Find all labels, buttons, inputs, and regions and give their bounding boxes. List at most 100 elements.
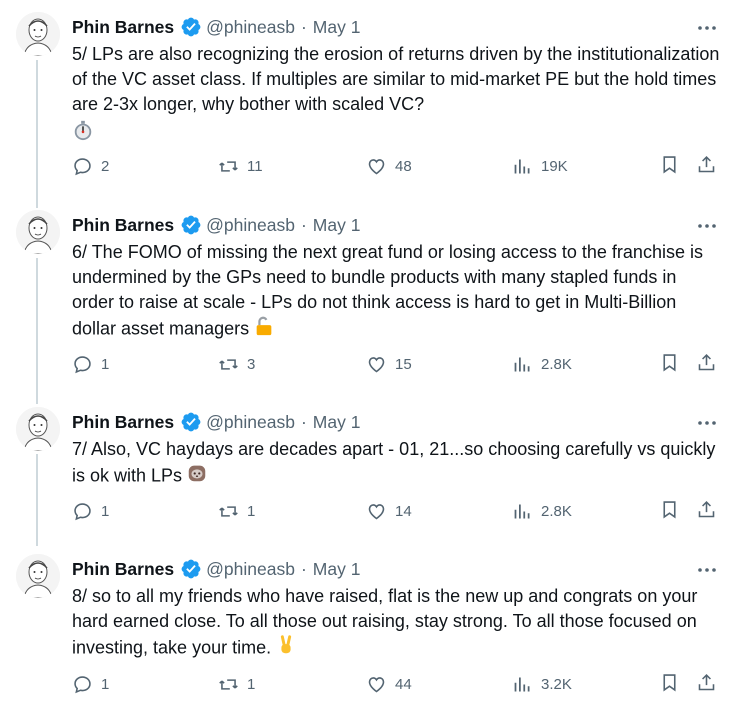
unlocked-icon: [253, 315, 275, 344]
views-count: 3.2K: [541, 675, 572, 693]
tweet-date[interactable]: May 1: [313, 412, 361, 433]
bookmark-icon: [663, 501, 676, 519]
share-icon: [698, 500, 715, 518]
share-button[interactable]: [696, 154, 717, 178]
like-button[interactable]: 44: [366, 672, 412, 696]
reply-count: 1: [101, 502, 110, 520]
tweet-header: Phin Barnes @phineasb · May 1: [72, 556, 360, 582]
separator-dot: ·: [300, 16, 307, 37]
like-button[interactable]: 15: [366, 352, 412, 376]
bookmark-button[interactable]: [659, 154, 680, 178]
more-options-icon[interactable]: [697, 216, 717, 236]
more-options-icon[interactable]: [697, 560, 717, 580]
tweet[interactable]: Phin Barnes @phineasb · May 1 5/ LPs are…: [0, 4, 747, 194]
repost-button[interactable]: 11: [218, 154, 263, 178]
tweet-text: 6/ The FOMO of missing the next great fu…: [72, 240, 722, 344]
tweet-text-content: 6/ The FOMO of missing the next great fu…: [72, 242, 703, 339]
author-handle[interactable]: @phineasb: [206, 17, 295, 38]
views-chart-icon: [514, 504, 530, 518]
verified-badge-icon[interactable]: [180, 16, 202, 38]
avatar-portrait: [16, 407, 60, 451]
like-count: 14: [395, 502, 412, 520]
repost-button[interactable]: 3: [218, 352, 255, 376]
tweet[interactable]: Phin Barnes @phineasb · May 1 7/ Also, V…: [0, 399, 747, 539]
tweet-header: Phin Barnes @phineasb · May 1: [72, 14, 360, 40]
repost-count: 1: [247, 502, 256, 520]
verified-badge-icon[interactable]: [180, 214, 202, 236]
share-button[interactable]: [696, 352, 717, 376]
sloth-icon: [186, 462, 208, 491]
heart-icon: [368, 503, 385, 519]
repost-button[interactable]: 1: [218, 499, 255, 523]
tweet-header: Phin Barnes @phineasb · May 1: [72, 212, 360, 238]
avatar[interactable]: [16, 554, 60, 598]
repost-button[interactable]: 1: [218, 672, 255, 696]
reply-count: 1: [101, 355, 110, 373]
share-button[interactable]: [696, 499, 717, 523]
repost-icon: [219, 358, 238, 370]
views-chart-icon: [514, 357, 530, 371]
views-button[interactable]: 3.2K: [512, 672, 572, 696]
tweet-actions: 2 11 48 19K: [72, 154, 722, 178]
heart-icon: [368, 158, 385, 174]
tweet-text-content: 8/ so to all my friends who have raised,…: [72, 586, 698, 658]
bookmark-button[interactable]: [659, 352, 680, 376]
reply-button[interactable]: 1: [72, 672, 109, 696]
avatar[interactable]: [16, 210, 60, 254]
more-options-icon[interactable]: [697, 18, 717, 38]
avatar-portrait: [16, 12, 60, 56]
bookmark-button[interactable]: [659, 499, 680, 523]
tweet-text: 8/ so to all my friends who have raised,…: [72, 584, 722, 663]
reply-button[interactable]: 1: [72, 352, 109, 376]
author-name[interactable]: Phin Barnes: [72, 17, 174, 38]
reply-button[interactable]: 2: [72, 154, 109, 178]
avatar[interactable]: [16, 407, 60, 451]
tweet-header: Phin Barnes @phineasb · May 1: [72, 409, 360, 435]
views-chart-icon: [514, 677, 530, 691]
bookmark-button[interactable]: [659, 672, 680, 696]
stopwatch-icon: [72, 119, 94, 148]
author-handle[interactable]: @phineasb: [206, 215, 295, 236]
separator-dot: ·: [300, 558, 307, 579]
views-count: 19K: [541, 157, 568, 175]
avatar-portrait: [16, 554, 60, 598]
author-handle[interactable]: @phineasb: [206, 412, 295, 433]
author-handle[interactable]: @phineasb: [206, 559, 295, 580]
tweet-date[interactable]: May 1: [313, 215, 361, 236]
views-button[interactable]: 2.8K: [512, 499, 572, 523]
like-button[interactable]: 48: [366, 154, 412, 178]
tweet-date[interactable]: May 1: [313, 17, 361, 38]
verified-badge-icon[interactable]: [180, 558, 202, 580]
repost-count: 1: [247, 675, 256, 693]
avatar[interactable]: [16, 12, 60, 56]
repost-icon: [219, 160, 238, 172]
author-name[interactable]: Phin Barnes: [72, 559, 174, 580]
author-name[interactable]: Phin Barnes: [72, 215, 174, 236]
views-button[interactable]: 19K: [512, 154, 568, 178]
tweet-text: 7/ Also, VC haydays are decades apart - …: [72, 437, 722, 491]
tweet-actions: 1 1 44 3.2K: [72, 672, 722, 696]
repost-count: 11: [247, 157, 263, 175]
tweet-text-content: 7/ Also, VC haydays are decades apart - …: [72, 439, 716, 486]
separator-dot: ·: [300, 214, 307, 235]
tweet-actions: 1 3 15 2.8K: [72, 352, 722, 376]
views-count: 2.8K: [541, 502, 572, 520]
reply-button[interactable]: 1: [72, 499, 109, 523]
reply-count: 1: [101, 675, 110, 693]
like-button[interactable]: 14: [366, 499, 412, 523]
share-button[interactable]: [696, 672, 717, 696]
share-icon: [698, 155, 715, 173]
author-name[interactable]: Phin Barnes: [72, 412, 174, 433]
like-count: 44: [395, 675, 412, 693]
views-button[interactable]: 2.8K: [512, 352, 572, 376]
tweet[interactable]: Phin Barnes @phineasb · May 1 6/ The FOM…: [0, 202, 747, 392]
like-count: 48: [395, 157, 412, 175]
tweet-date[interactable]: May 1: [313, 559, 361, 580]
tweet[interactable]: Phin Barnes @phineasb · May 1 8/ so to a…: [0, 546, 747, 714]
views-chart-icon: [514, 159, 530, 173]
reply-icon: [74, 502, 91, 520]
separator-dot: ·: [300, 411, 307, 432]
more-options-icon[interactable]: [697, 413, 717, 433]
verified-badge-icon[interactable]: [180, 411, 202, 433]
heart-icon: [368, 676, 385, 692]
